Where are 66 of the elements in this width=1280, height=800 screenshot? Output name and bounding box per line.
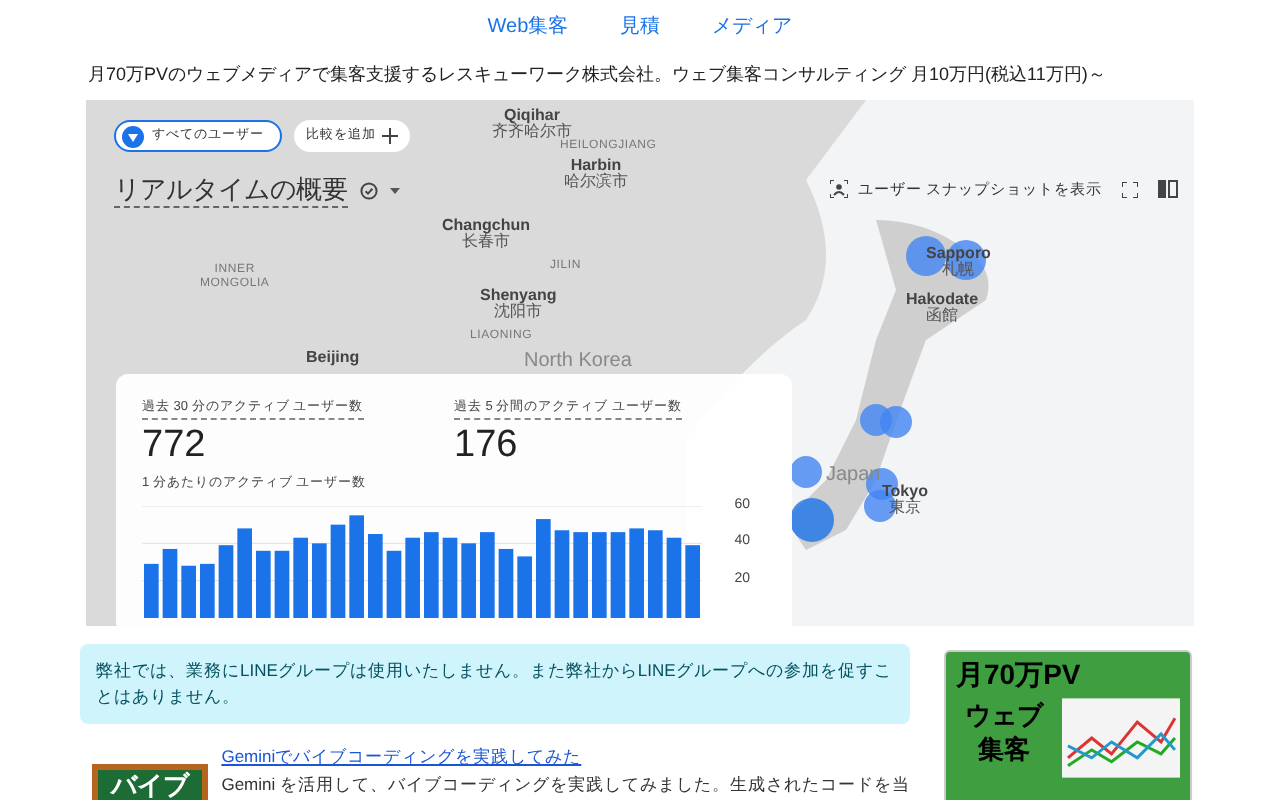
article-thumbnail[interactable]: バイブ: [92, 764, 208, 800]
bar: [648, 529, 663, 617]
bar: [386, 549, 402, 617]
city-label: Hakodate: [906, 292, 979, 308]
bar: [424, 531, 439, 617]
bar: [629, 527, 644, 617]
city-local-label: 哈尔滨市: [564, 174, 628, 190]
bar: [554, 529, 570, 617]
ad-text: ウェブ: [964, 698, 1043, 732]
bar: [330, 523, 346, 617]
nav-link[interactable]: Web集客: [487, 12, 569, 48]
city-local-label: 长春市: [462, 234, 510, 250]
bar: [480, 531, 495, 617]
bar: [536, 518, 551, 617]
metric-value: 772: [142, 421, 208, 470]
bar: [274, 549, 290, 617]
metric-value: 176: [454, 421, 520, 470]
bar: [461, 542, 476, 617]
bar: [442, 536, 458, 617]
bar: [162, 547, 178, 617]
nav-link[interactable]: メディア: [712, 12, 793, 48]
check-circle-icon: [360, 182, 378, 200]
city-label: Harbin: [570, 158, 622, 174]
bar: [144, 562, 159, 617]
bar: [200, 562, 215, 617]
city-label: Changchun: [442, 218, 530, 234]
bar: [181, 564, 196, 617]
bar: [498, 547, 514, 617]
ad-banner[interactable]: 月70万PV ウェブ 集客: [944, 650, 1192, 800]
bar: [685, 544, 700, 617]
bar: [237, 527, 252, 617]
city-local-label: 沈阳市: [494, 304, 543, 320]
bar: [517, 555, 532, 617]
segment-icon: [122, 125, 144, 147]
bar: [368, 533, 383, 617]
tagline: 月70万PVのウェブメディアで集客支援するレスキューワーク株式会社。ウェブ集客コンサルティング 月10万円(税込11万円)～: [86, 62, 1108, 88]
bar: [610, 531, 626, 617]
plus-icon: [382, 128, 398, 144]
city-local-label: 齐齐哈尔市: [492, 124, 572, 140]
article-excerpt: Gemini を活用して、バイブコーディングを実践してみました。生成されたコードを当: [221, 772, 910, 796]
city-label: Shenyang: [480, 288, 557, 304]
person-scan-icon: [829, 180, 848, 199]
bar: [405, 536, 420, 617]
city-local-label: 函館: [926, 308, 958, 324]
bar: [293, 536, 308, 617]
city-label: Beijing: [306, 350, 360, 366]
bar: [256, 549, 271, 617]
article-title-link[interactable]: Geminiでバイブコーディングを実践してみた: [221, 744, 910, 768]
thumbnail-text: バイブ: [110, 770, 189, 800]
country-label: North Korea: [524, 352, 632, 372]
ad-text: 集客: [977, 732, 1030, 766]
bar: [592, 531, 607, 617]
bar: [666, 536, 682, 617]
caret-icon: [390, 188, 400, 194]
line-notice: 弊社では、業務にLINEグループは使用いたしません。また弊社からLINEグループへの参加を促すことはありません。: [80, 644, 910, 724]
chart-screen-drawing: [1061, 698, 1180, 778]
bar: [349, 514, 364, 617]
columns-icon[interactable]: [1158, 180, 1178, 199]
report-title: リアルタイムの概要: [114, 174, 348, 208]
city-label: Qiqihar: [503, 108, 560, 124]
bar: [573, 531, 588, 617]
fullscreen-icon[interactable]: [1122, 181, 1138, 198]
ad-headline: 月70万PV: [956, 656, 1083, 692]
nav-link[interactable]: 見積: [620, 12, 661, 48]
bar: [218, 544, 234, 617]
bar: [312, 542, 327, 617]
